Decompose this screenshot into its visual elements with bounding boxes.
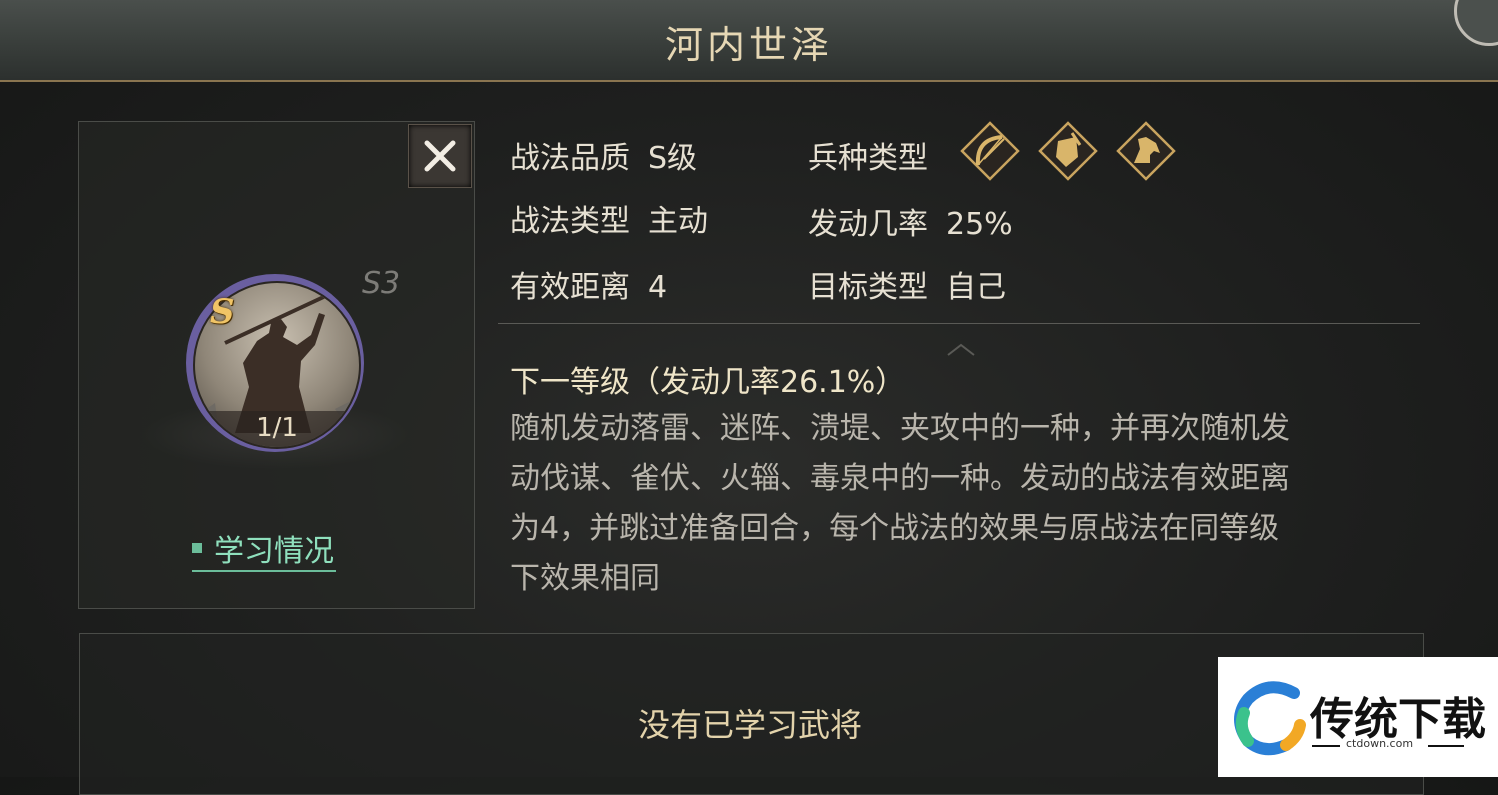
brand-logo-icon (1234, 681, 1306, 756)
watermark-rule-left (1312, 745, 1340, 747)
quality-value: S级 (648, 141, 698, 176)
watermark-url: ctdown.com (1346, 737, 1414, 750)
range-label: 有效距离 (510, 270, 630, 305)
troop-label: 兵种类型 (808, 141, 928, 176)
skill-level-tag: S3 (362, 266, 401, 301)
range-row: 有效距离 4 (510, 262, 667, 306)
description-line: 为4，并跳过准备回合，每个战法的效果与原战法在同等级 (510, 511, 1280, 546)
next-level-info: 下一等级（发动几率26.1%） (510, 365, 906, 400)
grade-badge: S (210, 292, 235, 332)
description-line: 动伐谋、雀伏、火辎、毒泉中的一种。发动的战法有效距离 (510, 461, 1290, 496)
type-label: 战法类型 (510, 204, 630, 239)
range-value: 4 (648, 270, 668, 305)
type-value: 主动 (648, 204, 708, 239)
section-divider (498, 323, 1420, 324)
learn-status-link[interactable]: 学习情况 (192, 526, 336, 572)
skill-count: 1/1 (256, 413, 298, 443)
page-title: 河内世泽 (664, 23, 833, 67)
type-row: 战法类型 主动 (510, 196, 708, 240)
bow-troop-icon (960, 121, 1020, 181)
learn-status-label: 学习情况 (214, 534, 334, 569)
horse-troop-icon (1116, 121, 1176, 181)
rate-row: 发动几率 25% (808, 199, 1013, 243)
description-line: 下效果相同 (510, 561, 660, 596)
caret-up-icon (947, 343, 975, 356)
target-row: 目标类型 自己 (808, 262, 1006, 306)
target-label: 目标类型 (808, 270, 928, 305)
rate-label: 发动几率 (808, 207, 928, 242)
quality-row: 战法品质 S级 (510, 133, 697, 177)
rate-value: 25% (946, 207, 1013, 242)
shield-troop-icon (1038, 121, 1098, 181)
bullet-icon (192, 543, 202, 553)
close-icon (424, 140, 456, 172)
watermark-rule-right (1428, 745, 1464, 747)
troop-row: 兵种类型 (808, 133, 928, 177)
watermark: 传统下载 ctdown.com (1218, 657, 1498, 777)
description-line: 随机发动落雷、迷阵、溃堤、夹攻中的一种，并再次随机发 (510, 411, 1290, 446)
target-value: 自己 (946, 270, 1006, 305)
skill-description: 随机发动落雷、迷阵、溃堤、夹攻中的一种，并再次随机发 动伐谋、雀伏、火辎、毒泉中… (510, 404, 1415, 604)
quality-label: 战法品质 (510, 141, 630, 176)
title-bar: 河内世泽 (0, 0, 1498, 82)
close-button[interactable] (408, 124, 472, 188)
